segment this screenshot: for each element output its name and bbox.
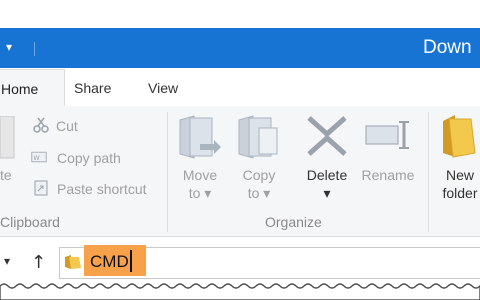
delete-button[interactable]: Delete ▾	[302, 166, 352, 202]
new-folder-label-line1: New	[445, 167, 474, 183]
text-caret	[130, 250, 132, 272]
rename-button[interactable]: Rename	[361, 166, 415, 184]
paste-shortcut-button[interactable]: Paste shortcut	[57, 181, 147, 197]
move-to-button[interactable]: Move to ▾	[178, 166, 222, 202]
copy-to-label-line1: Copy	[242, 167, 276, 183]
new-folder-label-line2: folder	[442, 185, 478, 201]
cut-icon	[33, 117, 49, 133]
copy-to-button[interactable]: Copy to ▾	[236, 166, 282, 202]
copy-path-button[interactable]: Copy path	[57, 150, 121, 166]
title-bar	[0, 28, 480, 68]
recent-locations-dropdown-icon[interactable]: ▾	[4, 254, 10, 268]
tab-home-label: Home	[1, 81, 39, 97]
copy-to-label-line2: to ▾	[247, 185, 271, 201]
organize-group-label: Organize	[265, 214, 322, 230]
copy-path-icon: W	[31, 151, 47, 163]
window-title: Down	[423, 37, 472, 58]
paste-button-label[interactable]: te	[0, 166, 12, 184]
move-to-label-line1: Move	[182, 167, 218, 183]
svg-text:W: W	[33, 154, 40, 162]
address-value[interactable]: CMD	[90, 252, 129, 272]
delete-label: Delete	[306, 167, 348, 183]
tab-share[interactable]: Share	[74, 80, 111, 96]
group-separator	[428, 112, 429, 232]
new-folder-icon	[443, 115, 476, 158]
quick-access-separator	[34, 42, 35, 56]
move-to-icon	[179, 115, 221, 159]
rename-icon	[365, 121, 409, 149]
folder-icon	[65, 255, 81, 269]
paste-icon[interactable]	[0, 116, 16, 160]
move-to-label-line2: to ▾	[188, 185, 212, 201]
torn-edge-decoration	[0, 283, 480, 300]
copy-to-icon	[238, 115, 278, 159]
paste-shortcut-icon	[34, 180, 48, 196]
delete-dropdown-icon[interactable]: ▾	[302, 184, 352, 202]
ribbon-tabs	[0, 68, 480, 107]
group-separator	[167, 112, 168, 232]
delete-icon	[307, 116, 347, 156]
tab-home[interactable]: Home	[0, 69, 65, 107]
up-arrow-icon[interactable]: ↑	[31, 252, 46, 273]
tab-view[interactable]: View	[148, 80, 178, 96]
quick-access-dropdown-icon[interactable]: ▾	[6, 40, 12, 54]
new-folder-button[interactable]: New folder	[435, 166, 480, 202]
cut-button[interactable]: Cut	[56, 118, 78, 134]
clipboard-group-label: Clipboard	[0, 214, 60, 230]
